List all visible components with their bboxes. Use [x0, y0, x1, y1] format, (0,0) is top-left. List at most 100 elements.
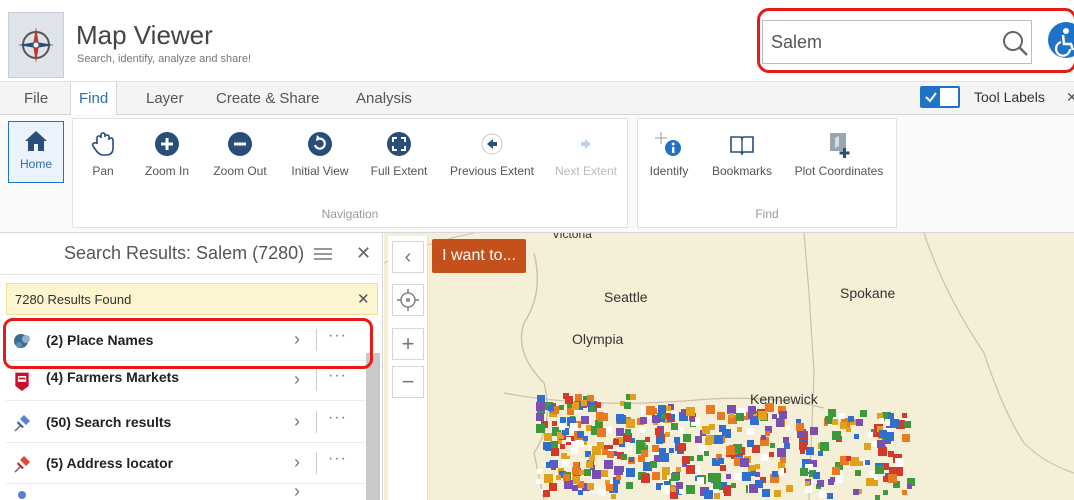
map-result-marker[interactable]	[853, 434, 859, 440]
map-result-marker[interactable]	[785, 424, 791, 430]
map-result-marker[interactable]	[581, 399, 588, 406]
search-input[interactable]	[771, 29, 991, 55]
map-result-marker[interactable]	[559, 424, 566, 431]
map-result-marker[interactable]	[746, 427, 754, 435]
map-result-marker[interactable]	[576, 430, 584, 438]
map-result-marker[interactable]	[889, 467, 897, 475]
map-result-marker[interactable]	[874, 465, 884, 475]
map-result-marker[interactable]	[536, 413, 545, 422]
map-result-marker[interactable]	[696, 476, 704, 484]
i-want-to-button[interactable]: I want to...	[432, 239, 526, 273]
map-result-marker[interactable]	[602, 449, 609, 456]
map-result-marker[interactable]	[895, 458, 905, 468]
previous-extent-button[interactable]: Previous Extent	[446, 130, 538, 178]
home-button[interactable]: Home	[8, 121, 64, 183]
map-result-marker[interactable]	[536, 402, 546, 412]
map-result-marker[interactable]	[785, 485, 793, 493]
map-result-marker[interactable]	[536, 478, 542, 484]
map-result-marker[interactable]	[831, 419, 838, 426]
map-result-marker[interactable]	[887, 474, 897, 484]
map-result-marker[interactable]	[595, 402, 602, 409]
map-result-marker[interactable]	[819, 491, 827, 499]
map-result-marker[interactable]	[718, 425, 726, 433]
map-result-marker[interactable]	[902, 489, 908, 495]
map-result-marker[interactable]	[864, 442, 872, 450]
tab-create-share[interactable]: Create & Share	[208, 82, 327, 115]
map-result-marker[interactable]	[874, 494, 880, 500]
map-result-marker[interactable]	[572, 476, 581, 485]
map-result-marker[interactable]	[550, 448, 559, 457]
tab-file[interactable]: File	[16, 82, 56, 115]
map-result-marker[interactable]	[726, 446, 735, 456]
map-result-marker[interactable]	[601, 469, 609, 477]
panel-close-icon[interactable]: ✕	[356, 243, 371, 264]
map-result-marker[interactable]	[730, 483, 736, 489]
map-result-marker[interactable]	[739, 458, 749, 468]
map-result-marker[interactable]	[581, 415, 590, 424]
bookmarks-button[interactable]: Bookmarks	[708, 130, 776, 178]
map-result-marker[interactable]	[889, 418, 899, 428]
result-row-farmers-markets[interactable]: (4) Farmers Markets › ···	[6, 361, 378, 401]
map-result-marker[interactable]	[662, 474, 668, 480]
tab-analysis[interactable]: Analysis	[348, 82, 420, 115]
map-result-marker[interactable]	[616, 428, 625, 437]
map-result-marker[interactable]	[689, 456, 695, 462]
map-result-marker[interactable]	[708, 423, 715, 430]
map-result-marker[interactable]	[853, 489, 860, 496]
zoom-out-button[interactable]: Zoom Out	[210, 130, 270, 178]
map-result-marker[interactable]	[543, 473, 553, 483]
map-result-marker[interactable]	[839, 412, 846, 419]
map-result-marker[interactable]	[800, 468, 809, 477]
map-result-marker[interactable]	[677, 442, 686, 451]
map-result-marker[interactable]	[652, 414, 661, 423]
chevron-right-icon[interactable]: ›	[294, 452, 300, 473]
map-result-marker[interactable]	[665, 431, 671, 437]
map-result-marker[interactable]	[640, 474, 650, 484]
map-result-marker[interactable]	[668, 448, 674, 454]
map-result-marker[interactable]	[887, 450, 894, 457]
map-result-marker[interactable]	[645, 437, 651, 443]
map-result-marker[interactable]	[570, 422, 579, 431]
map-result-marker[interactable]	[543, 432, 552, 441]
map-result-marker[interactable]	[870, 441, 877, 448]
more-options-icon[interactable]: ···	[328, 327, 347, 345]
map-result-marker[interactable]	[828, 409, 837, 418]
map-result-marker[interactable]	[610, 494, 616, 500]
map-result-marker[interactable]	[551, 421, 557, 427]
map-result-marker[interactable]	[878, 447, 888, 457]
map-zoom-in-button[interactable]: +	[392, 328, 424, 360]
map-result-marker[interactable]	[618, 466, 625, 473]
result-row-address-locator[interactable]: (5) Address locator › ···	[6, 444, 378, 484]
map-result-marker[interactable]	[682, 433, 691, 442]
map-result-marker[interactable]	[583, 469, 591, 477]
map-result-marker[interactable]	[563, 473, 571, 481]
map-result-marker[interactable]	[544, 445, 551, 452]
map-result-marker[interactable]	[686, 484, 696, 494]
search-icon[interactable]	[1001, 29, 1029, 57]
map-result-marker[interactable]	[685, 464, 695, 474]
accessibility-icon[interactable]	[1048, 22, 1074, 58]
more-options-icon[interactable]: ···	[328, 367, 347, 385]
map-result-marker[interactable]	[799, 449, 805, 455]
next-extent-button[interactable]: Next Extent	[552, 130, 620, 178]
map-result-marker[interactable]	[685, 407, 695, 417]
map-result-marker[interactable]	[764, 431, 770, 437]
map-result-marker[interactable]	[776, 418, 785, 427]
map-result-marker[interactable]	[879, 430, 888, 439]
initial-view-button[interactable]: Initial View	[288, 130, 352, 178]
map-result-marker[interactable]	[817, 451, 823, 457]
tool-labels-toggle[interactable]	[920, 86, 960, 108]
map-result-marker[interactable]	[598, 489, 606, 497]
identify-button[interactable]: Identify	[646, 130, 692, 178]
locate-button[interactable]	[392, 284, 424, 316]
chevron-right-icon[interactable]: ›	[294, 411, 300, 432]
map-result-marker[interactable]	[659, 433, 665, 439]
map-result-marker[interactable]	[806, 446, 815, 455]
map-result-marker[interactable]	[661, 413, 667, 419]
tab-find[interactable]: Find	[70, 82, 118, 116]
map-result-marker[interactable]	[771, 470, 778, 477]
map-result-marker[interactable]	[747, 413, 753, 419]
map-result-marker[interactable]	[629, 394, 636, 401]
map-result-marker[interactable]	[649, 461, 657, 469]
map-result-marker[interactable]	[638, 426, 645, 433]
